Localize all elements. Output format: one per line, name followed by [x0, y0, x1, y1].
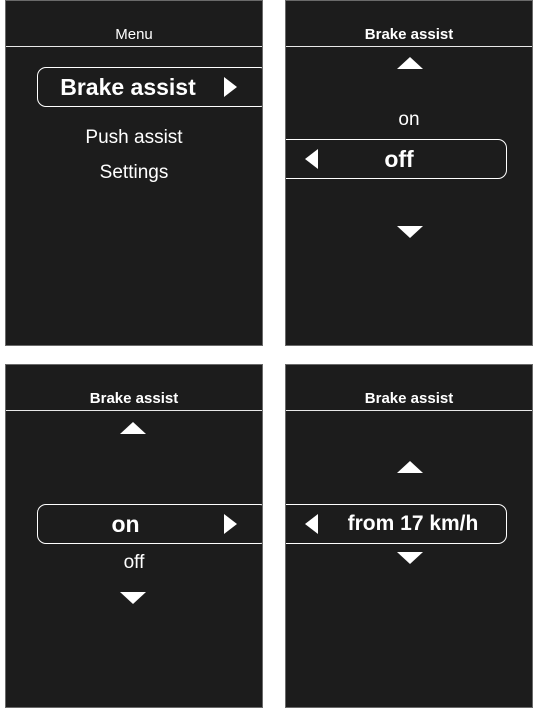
brake-assist-screen-on: Brake assist on off [5, 364, 263, 708]
selected-option-label: on [111, 510, 140, 537]
title-divider [6, 46, 262, 47]
menu-item-settings[interactable]: Settings [6, 161, 262, 185]
triangle-up-icon[interactable] [397, 461, 423, 473]
triangle-right-icon[interactable] [224, 514, 237, 534]
menu-item-push-assist[interactable]: Push assist [6, 126, 262, 150]
screen-title: Brake assist [89, 390, 179, 407]
menu-item-label: Brake assist [60, 73, 196, 100]
option-on[interactable]: on [286, 108, 532, 132]
title-divider [286, 46, 532, 47]
triangle-left-icon[interactable] [305, 514, 318, 534]
triangle-right-icon[interactable] [224, 77, 237, 97]
triangle-down-icon[interactable] [120, 592, 146, 604]
selected-option-label: from 17 km/h [347, 512, 479, 535]
triangle-down-icon[interactable] [397, 226, 423, 238]
selected-option-label: off [384, 145, 414, 172]
menu-item-brake-assist[interactable]: Brake assist [37, 67, 262, 107]
option-off[interactable]: off [6, 551, 262, 575]
screen-title: Brake assist [364, 390, 454, 407]
screen-title: Brake assist [364, 26, 454, 43]
brake-assist-screen-speed: Brake assist from 17 km/h [285, 364, 533, 708]
selected-option[interactable]: on [37, 504, 262, 544]
selected-option[interactable]: from 17 km/h [286, 504, 507, 544]
triangle-up-icon[interactable] [397, 57, 423, 69]
triangle-up-icon[interactable] [120, 422, 146, 434]
menu-screen: Menu Brake assist Push assist Settings [5, 0, 263, 346]
title-divider [6, 410, 262, 411]
title-divider [286, 410, 532, 411]
screen-title: Menu [115, 26, 153, 43]
selected-option[interactable]: off [286, 139, 507, 179]
brake-assist-screen-off: Brake assist on off [285, 0, 533, 346]
triangle-down-icon[interactable] [397, 552, 423, 564]
triangle-left-icon[interactable] [305, 149, 318, 169]
